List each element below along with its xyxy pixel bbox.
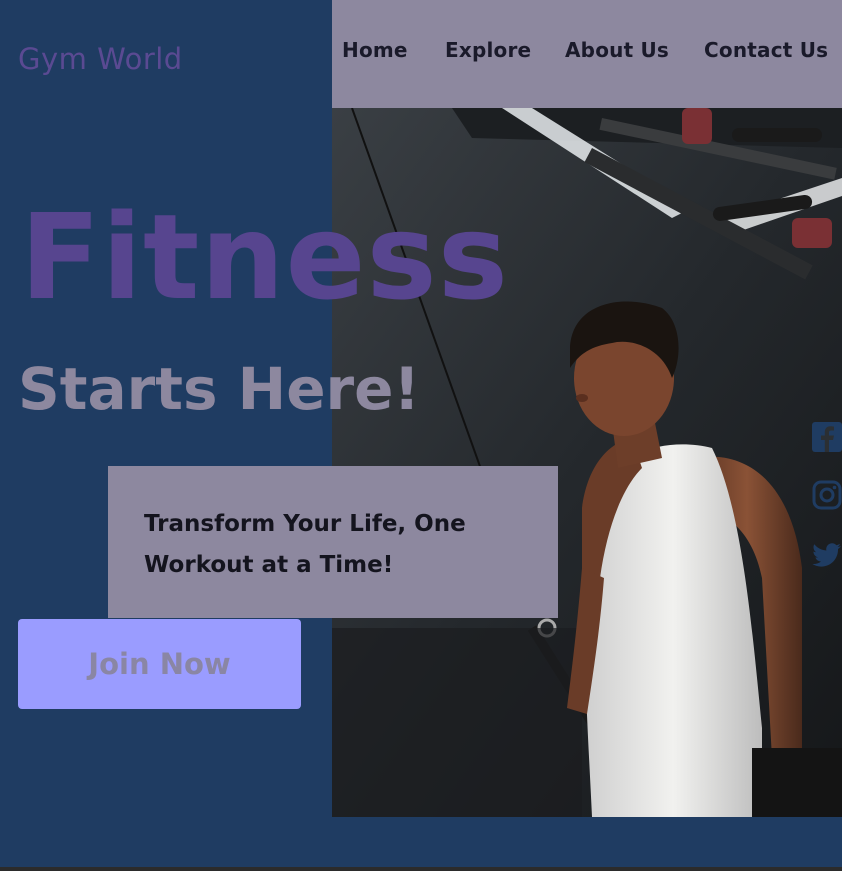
join-now-button[interactable]: Join Now bbox=[18, 619, 301, 709]
window-bottom-border bbox=[0, 867, 842, 871]
nav-explore-link[interactable]: Explore bbox=[445, 38, 531, 62]
hero-subtitle: Starts Here! bbox=[18, 355, 420, 423]
nav-home-link[interactable]: Home bbox=[342, 38, 408, 62]
footer-strip bbox=[0, 817, 842, 871]
brand-logo[interactable]: Gym World bbox=[18, 42, 183, 76]
nav-about-us-link[interactable]: About Us bbox=[565, 38, 669, 62]
left-panel bbox=[0, 0, 332, 871]
twitter-icon[interactable] bbox=[812, 540, 842, 570]
hero-title: Fitness bbox=[20, 188, 509, 326]
facebook-icon[interactable] bbox=[812, 422, 842, 452]
instagram-icon[interactable] bbox=[812, 480, 842, 510]
tagline-card: Transform Your Life, One Workout at a Ti… bbox=[108, 466, 558, 618]
hero-tagline: Transform Your Life, One Workout at a Ti… bbox=[144, 511, 466, 578]
nav-contact-us-link[interactable]: Contact Us bbox=[704, 38, 828, 62]
top-navigation: Home Explore About Us Contact Us bbox=[332, 0, 842, 108]
